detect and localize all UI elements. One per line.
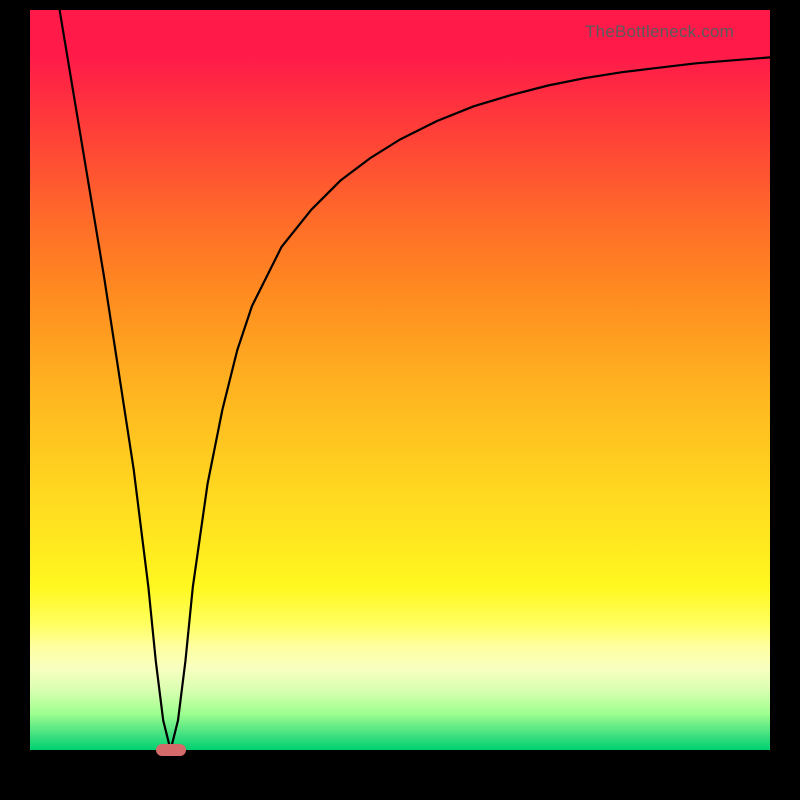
minimum-marker bbox=[156, 744, 186, 756]
watermark-label: TheBottleneck.com bbox=[585, 22, 734, 42]
bottleneck-curve bbox=[30, 10, 770, 750]
plot-area: TheBottleneck.com bbox=[30, 10, 770, 750]
chart-frame: TheBottleneck.com bbox=[0, 0, 800, 800]
curve-path bbox=[60, 10, 770, 750]
